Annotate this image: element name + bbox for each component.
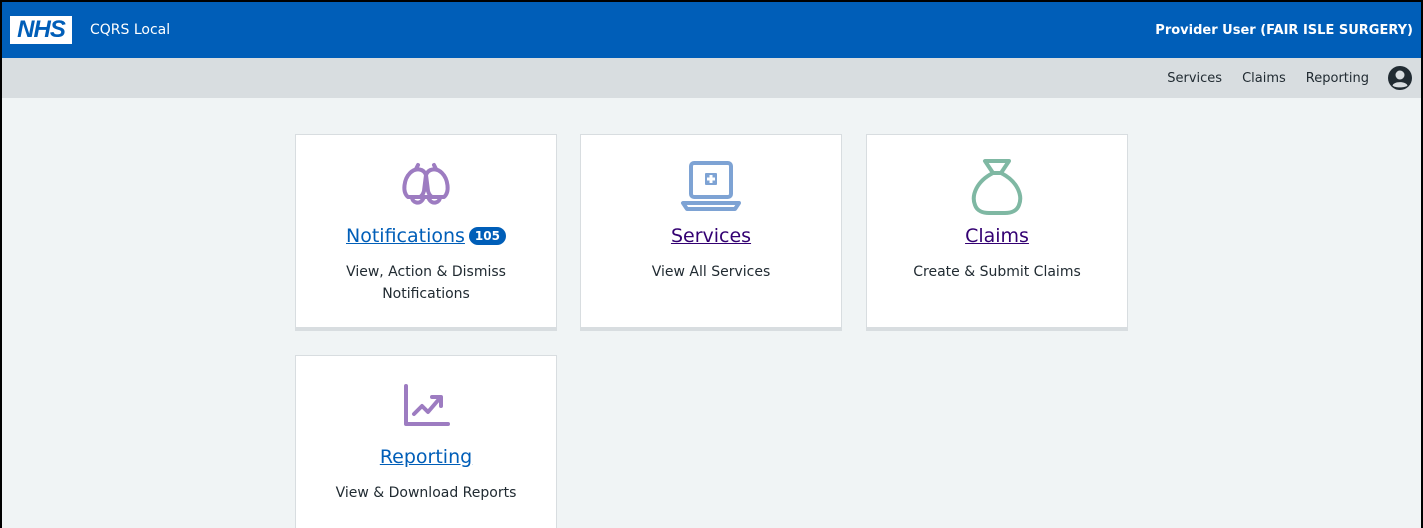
brand[interactable]: NHS CQRS Local	[10, 16, 170, 44]
notification-count-badge: 105	[468, 227, 506, 245]
claims-link[interactable]: Claims	[965, 225, 1029, 247]
notifications-description: View, Action & Dismiss Notifications	[346, 264, 506, 303]
notifications-tile[interactable]: Notifications 105 View, Action & Dismiss …	[295, 134, 557, 328]
app-name[interactable]: CQRS Local	[90, 22, 170, 38]
header: NHS CQRS Local Provider User (FAIR ISLE …	[2, 2, 1421, 58]
services-tile[interactable]: Services View All Services	[580, 134, 842, 328]
services-link[interactable]: Services	[671, 225, 751, 247]
laptop-plus-icon	[679, 159, 743, 215]
notifications-link[interactable]: Notifications 105	[346, 225, 506, 247]
nav-services-link[interactable]: Services	[1167, 71, 1222, 86]
bells-icon	[394, 159, 458, 215]
app-window: NHS CQRS Local Provider User (FAIR ISLE …	[0, 0, 1423, 528]
trend-chart-icon	[394, 380, 458, 436]
main-nav: Services Claims Reporting	[2, 58, 1421, 98]
money-bag-icon	[965, 159, 1029, 215]
nav-reporting-link[interactable]: Reporting	[1306, 71, 1369, 86]
claims-tile[interactable]: Claims Create & Submit Claims	[866, 134, 1128, 328]
user-label: Provider User (FAIR ISLE SURGERY)	[1155, 22, 1413, 38]
nav-claims-link[interactable]: Claims	[1242, 71, 1286, 86]
nhs-logo[interactable]: NHS	[10, 16, 72, 44]
account-circle-icon[interactable]	[1387, 65, 1413, 91]
services-description: View All Services	[651, 264, 771, 280]
nhs-logo-text: NHS	[17, 16, 66, 43]
reporting-link[interactable]: Reporting	[380, 446, 472, 468]
reporting-tile[interactable]: Reporting View & Download Reports	[295, 355, 557, 528]
claims-description: Create & Submit Claims	[913, 264, 1081, 280]
notifications-link-label: Notifications	[346, 225, 465, 247]
reporting-description: View & Download Reports	[335, 485, 517, 501]
